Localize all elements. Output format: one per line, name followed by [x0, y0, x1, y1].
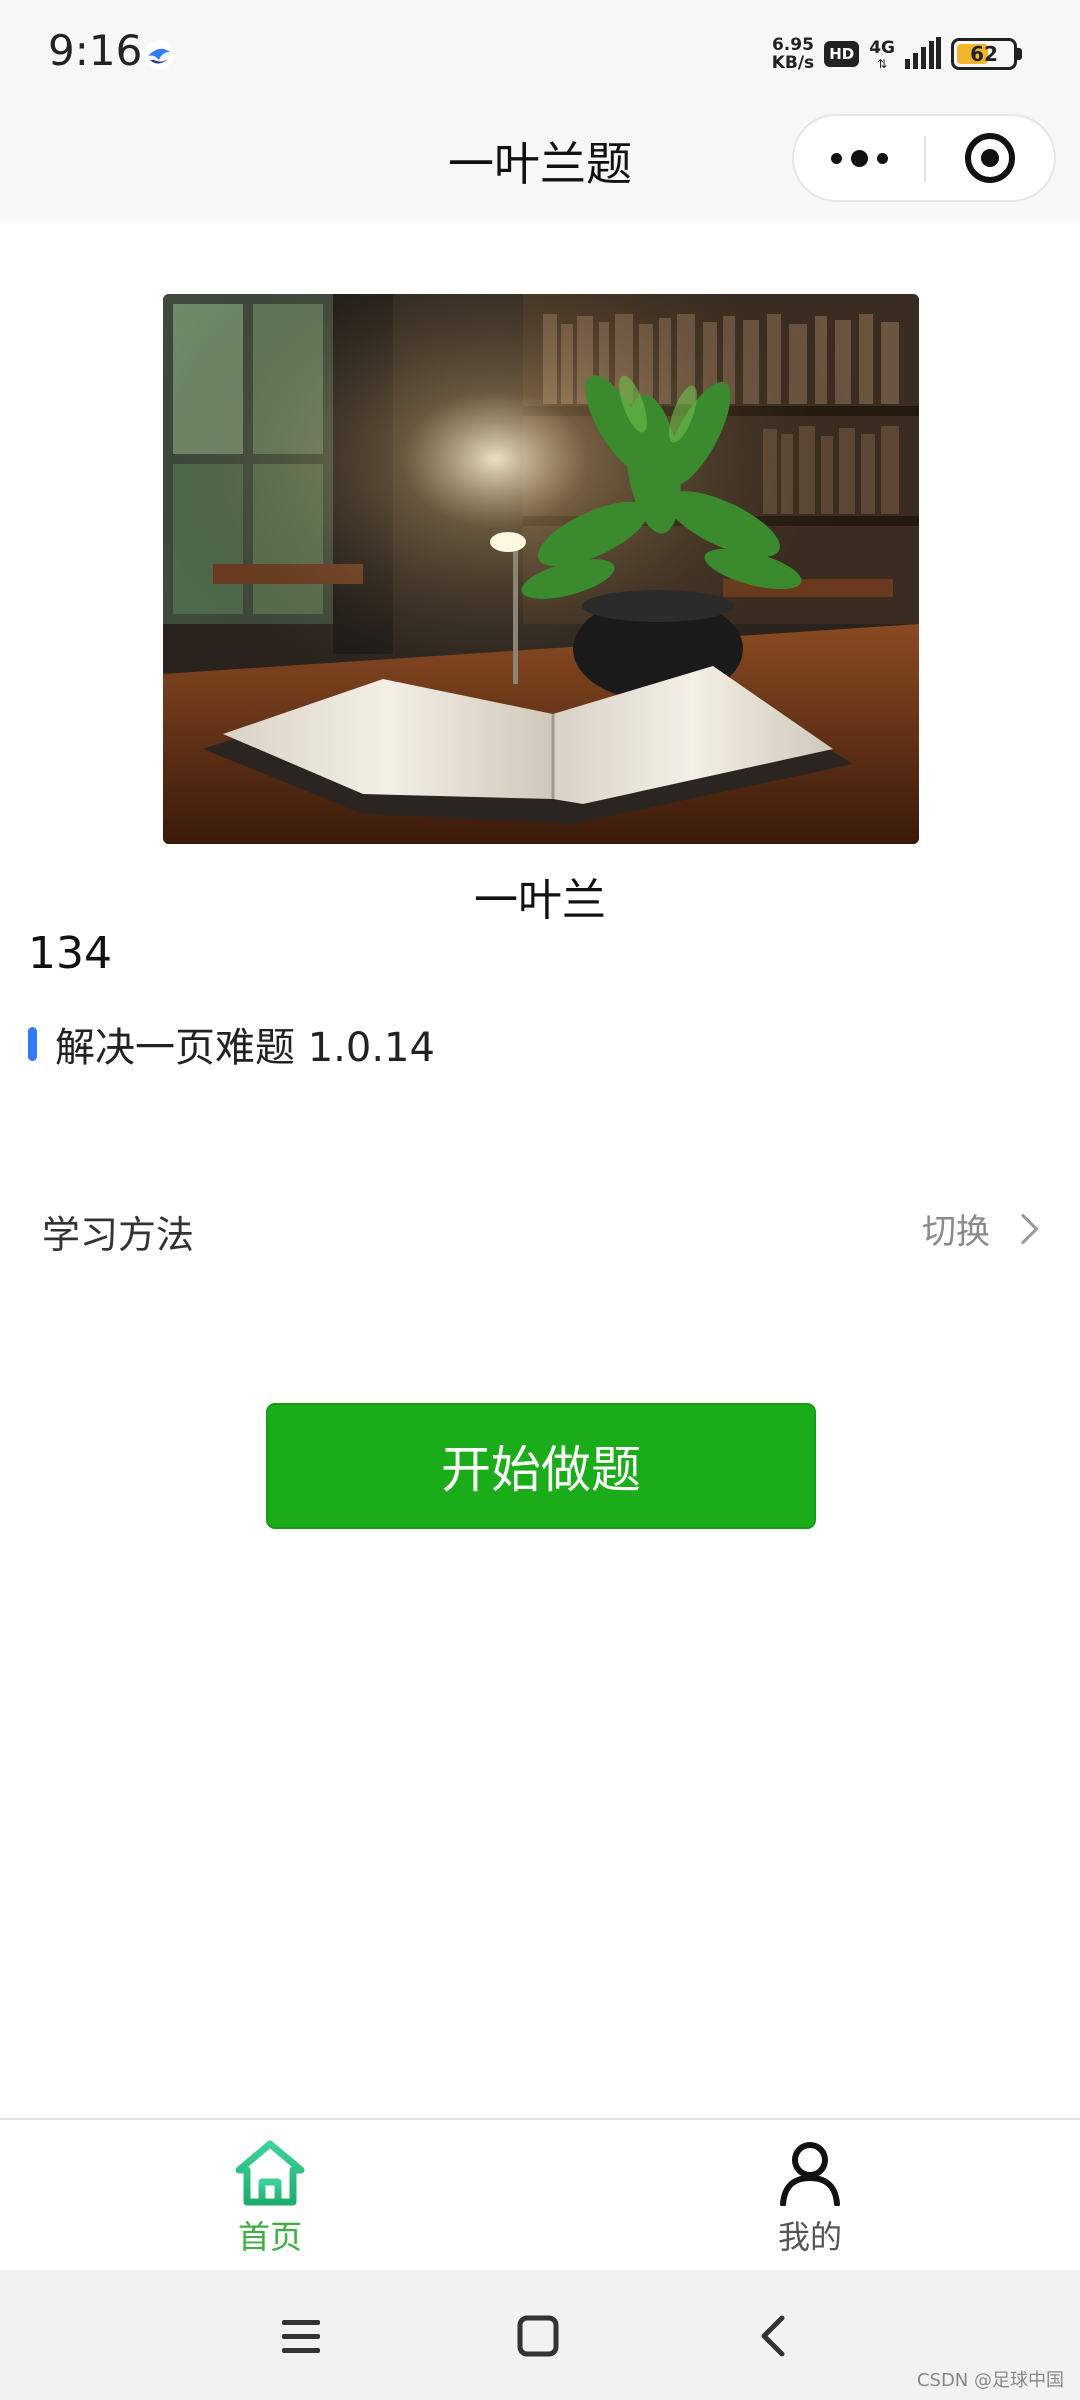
battery-level: 62 — [970, 42, 998, 66]
app-screen: 9:16 6.95 KB/s HD 4G ⇅ 62 一叶兰题 一叶兰 134 解… — [0, 0, 1080, 2400]
signal-icon — [905, 37, 941, 69]
network-speed-unit: KB/s — [771, 53, 815, 73]
target-icon-center — [981, 149, 999, 167]
network-speed-value: 6.95 — [771, 35, 814, 55]
system-home-icon[interactable] — [514, 2312, 564, 2362]
switch-label: 切换 — [922, 1212, 990, 1252]
battery-tip — [1017, 48, 1022, 60]
more-button[interactable] — [794, 116, 924, 200]
close-miniprogram-button[interactable] — [926, 116, 1054, 200]
tab-mine[interactable]: 我的 — [710, 2140, 910, 2260]
accent-bar — [28, 1027, 37, 1061]
tab-label-mine: 我的 — [777, 2218, 842, 2256]
person-icon — [780, 2142, 840, 2206]
book-name: 一叶兰 — [474, 875, 606, 926]
mobile-network: 4G ⇅ — [869, 38, 895, 70]
start-quiz-button[interactable]: 开始做题 — [266, 1403, 816, 1529]
status-time: 9:16 — [48, 26, 143, 75]
status-bar: 9:16 6.95 KB/s HD 4G ⇅ 62 — [0, 0, 1080, 104]
battery-icon: 62 — [951, 38, 1017, 70]
home-icon — [235, 2140, 305, 2206]
tab-home[interactable]: 首页 — [170, 2140, 370, 2260]
tab-label-home: 首页 — [237, 2218, 302, 2256]
study-method-label: 学习方法 — [42, 1213, 195, 1257]
network-type: 4G — [869, 38, 895, 58]
more-dot-icon — [876, 152, 888, 164]
system-back-icon[interactable] — [750, 2312, 800, 2362]
tab-bar: 首页 我的 — [0, 2118, 1080, 2270]
navigation-bar: 一叶兰题 — [0, 104, 1080, 222]
watermark: CSDN @足球中国 — [916, 2370, 1064, 2391]
network-speed: 6.95 KB/s — [772, 36, 814, 72]
question-count: 134 — [28, 928, 112, 979]
status-indicators: 6.95 KB/s HD 4G ⇅ 62 — [772, 30, 1022, 78]
study-method-row[interactable]: 学习方法 切换 — [0, 1196, 1080, 1266]
cover-image — [163, 294, 919, 844]
target-icon — [965, 133, 1015, 183]
data-arrows-icon: ⇅ — [877, 57, 888, 71]
chevron-right-icon — [1007, 1212, 1039, 1245]
more-dot-icon — [830, 152, 842, 164]
recent-apps-icon[interactable] — [278, 2312, 328, 2362]
study-method-switch[interactable]: 切换 — [922, 1204, 1042, 1253]
more-dot-icon — [850, 149, 868, 167]
system-navigation-bar: CSDN @足球中国 — [0, 2270, 1080, 2400]
hd-badge: HD — [824, 41, 860, 67]
version-text: 解决一页难题 1.0.14 — [55, 1025, 435, 1071]
miniprogram-capsule — [792, 114, 1056, 202]
battery-indicator: 62 — [951, 38, 1022, 70]
app-notification-icon — [144, 40, 174, 70]
version-row: 解决一页难题 1.0.14 — [28, 1016, 435, 1072]
